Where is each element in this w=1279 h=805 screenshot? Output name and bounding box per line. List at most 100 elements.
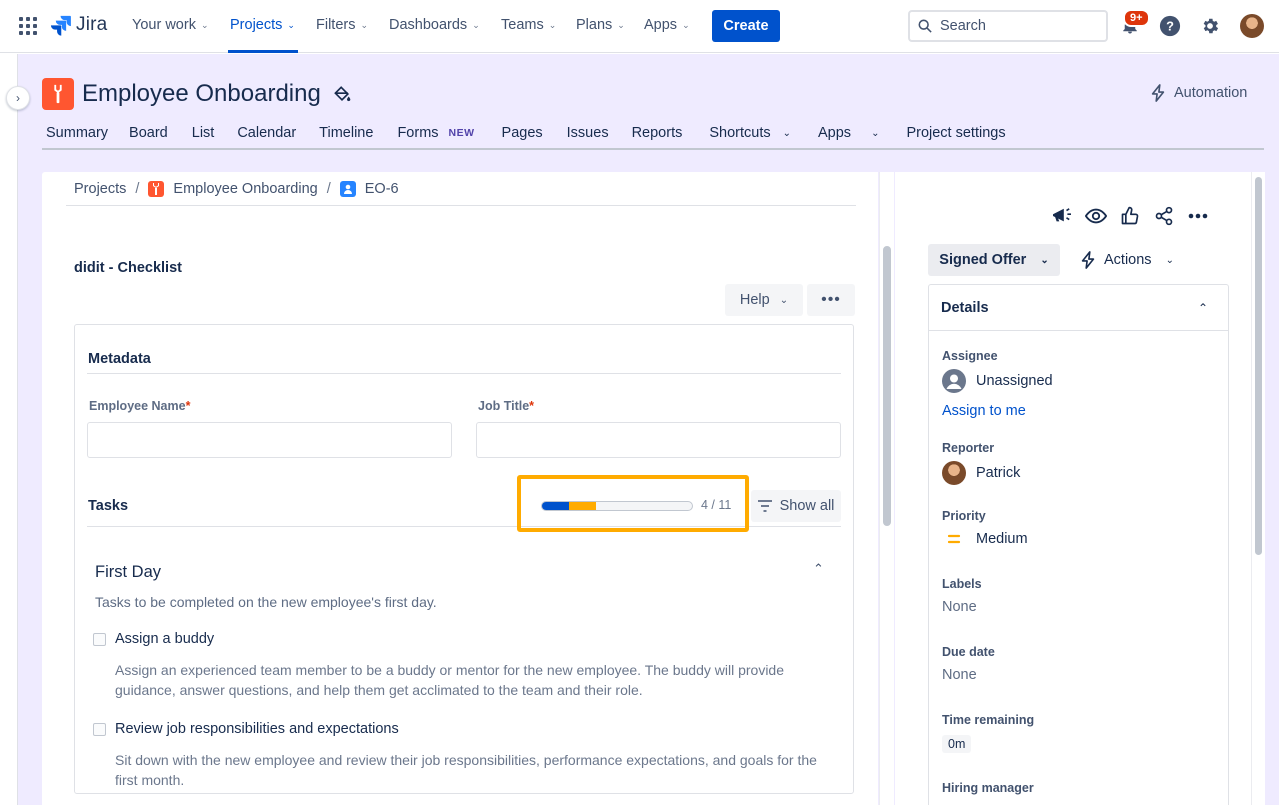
chevron-down-icon: ⌄ <box>779 294 789 306</box>
tab-issues[interactable]: Issues <box>567 125 609 141</box>
reporter-value[interactable]: Patrick <box>942 461 1020 485</box>
breadcrumb-projects[interactable]: Projects <box>74 181 126 197</box>
nav-label: Filters <box>316 17 356 33</box>
nav-teams[interactable]: Teams ⌄ <box>501 17 556 33</box>
tab-timeline[interactable]: Timeline <box>319 125 373 141</box>
required-mark: * <box>529 399 535 413</box>
nav-your-work[interactable]: Your work ⌄ <box>132 17 209 33</box>
paint-bucket-icon <box>334 86 351 102</box>
tab-forms[interactable]: Forms NEW <box>397 125 474 141</box>
tabs-divider <box>42 148 1264 150</box>
task-title[interactable]: Assign a buddy <box>115 631 214 647</box>
time-remaining-value[interactable]: 0m <box>942 735 972 753</box>
nav-plans[interactable]: Plans ⌄ <box>576 17 625 33</box>
status-dropdown[interactable]: Signed Offer ⌄ <box>928 244 1060 276</box>
task-checkbox[interactable] <box>93 632 106 646</box>
tab-pages[interactable]: Pages <box>502 125 543 141</box>
tab-list[interactable]: List <box>192 125 215 141</box>
scrollbar-thumb[interactable] <box>1255 177 1262 555</box>
assignee-value[interactable]: Unassigned <box>942 369 1053 393</box>
nav-projects[interactable]: Projects ⌄ <box>230 17 295 33</box>
job-title-field[interactable] <box>476 422 841 458</box>
due-date-label: Due date <box>942 645 995 659</box>
labels-label: Labels <box>942 577 982 591</box>
watch-button[interactable] <box>1079 204 1113 228</box>
app-switcher-icon[interactable] <box>19 17 37 35</box>
actions-dropdown[interactable]: Actions ⌄ <box>1080 244 1174 276</box>
chevron-up-icon: ⌃ <box>1197 300 1208 315</box>
user-avatar[interactable] <box>1240 14 1264 38</box>
due-date-value[interactable]: None <box>942 667 977 683</box>
reporter-avatar <box>942 461 966 485</box>
collapse-section-button[interactable]: ⌃ <box>813 561 824 577</box>
employee-name-field[interactable] <box>87 422 452 458</box>
breadcrumb-separator: / <box>135 181 140 197</box>
status-label: Signed Offer <box>939 252 1027 268</box>
tab-label: Shortcuts <box>709 125 771 141</box>
hiring-manager-label: Hiring manager <box>942 781 1034 795</box>
breadcrumb-project[interactable]: Employee Onboarding <box>173 181 317 197</box>
project-small-icon <box>148 181 165 197</box>
labels-value[interactable]: None <box>942 599 977 615</box>
nav-apps[interactable]: Apps ⌄ <box>644 17 690 33</box>
nav-filters[interactable]: Filters ⌄ <box>316 17 368 33</box>
chevron-down-icon: ⌄ <box>200 19 209 30</box>
reporter-name: Patrick <box>976 465 1021 481</box>
details-scrollbar[interactable] <box>1251 172 1265 805</box>
task-title[interactable]: Review job responsibilities and expectat… <box>115 721 399 737</box>
tab-reports[interactable]: Reports <box>632 125 683 141</box>
vote-button[interactable] <box>1113 204 1147 228</box>
search-icon <box>918 19 932 33</box>
tab-apps[interactable]: Apps ⌄ <box>818 125 879 141</box>
show-all-label: Show all <box>779 498 835 514</box>
settings-button[interactable] <box>1197 13 1223 39</box>
more-options-button[interactable]: ••• <box>807 284 855 316</box>
create-button[interactable]: Create <box>712 10 780 42</box>
chevron-down-icon: ⌄ <box>871 127 880 139</box>
tab-project-settings[interactable]: Project settings <box>906 125 1005 141</box>
tab-board[interactable]: Board <box>129 125 168 141</box>
breadcrumb-issue-key[interactable]: EO-6 <box>365 181 399 197</box>
checklist-card: Metadata Employee Name* Job Title* Tasks… <box>74 324 854 794</box>
issue-details-panel: Signed Offer ⌄ Actions ⌄ Details ⌃ Assig… <box>895 172 1251 805</box>
priority-value[interactable]: Medium <box>942 531 1028 547</box>
feedback-button[interactable] <box>1045 204 1079 228</box>
show-all-button[interactable]: Show all <box>751 490 841 522</box>
tab-label: Project settings <box>906 125 1006 141</box>
tab-calendar[interactable]: Calendar <box>237 125 296 141</box>
progress-highlight-box <box>517 475 749 532</box>
search-input[interactable]: Search <box>908 10 1108 42</box>
project-tabs: Summary Board List Calendar Timeline For… <box>46 123 1006 143</box>
chevron-down-icon: ⌄ <box>617 19 625 30</box>
nav-dashboards[interactable]: Dashboards ⌄ <box>389 17 480 33</box>
project-title: Employee Onboarding <box>82 80 321 107</box>
automation-label: Automation <box>1174 85 1248 101</box>
main-scrollbar[interactable] <box>879 172 894 805</box>
task-item: Review job responsibilities and expectat… <box>93 721 399 737</box>
jira-logo[interactable]: Jira <box>50 14 107 36</box>
scrollbar-thumb[interactable] <box>883 246 891 526</box>
tab-summary[interactable]: Summary <box>46 125 108 141</box>
eye-icon <box>1085 208 1107 224</box>
chevron-down-icon: ⌄ <box>472 19 480 30</box>
tab-shortcuts[interactable]: Shortcuts ⌄ <box>709 125 791 141</box>
automation-button[interactable]: Automation <box>1150 84 1247 102</box>
assign-to-me-link[interactable]: Assign to me <box>942 403 1026 419</box>
metadata-divider <box>87 373 841 374</box>
help-dropdown-button[interactable]: Help ⌄ <box>725 284 803 316</box>
issue-action-icons <box>1045 204 1215 228</box>
chevron-down-icon: ⌄ <box>682 19 690 30</box>
sidebar-collapsed <box>0 54 18 805</box>
time-remaining-label: Time remaining <box>942 713 1035 727</box>
task-checkbox[interactable] <box>93 722 106 736</box>
more-actions-button[interactable] <box>1181 204 1215 228</box>
change-theme-button[interactable] <box>332 84 352 107</box>
details-header[interactable]: Details ⌃ <box>929 285 1228 331</box>
nav-label: Apps <box>644 17 678 33</box>
help-icon: ? <box>1159 15 1181 37</box>
share-button[interactable] <box>1147 204 1181 228</box>
expand-sidebar-button[interactable]: › <box>6 86 30 110</box>
help-button[interactable]: ? <box>1157 13 1183 39</box>
new-badge: NEW <box>448 127 475 139</box>
active-nav-indicator <box>228 50 298 53</box>
